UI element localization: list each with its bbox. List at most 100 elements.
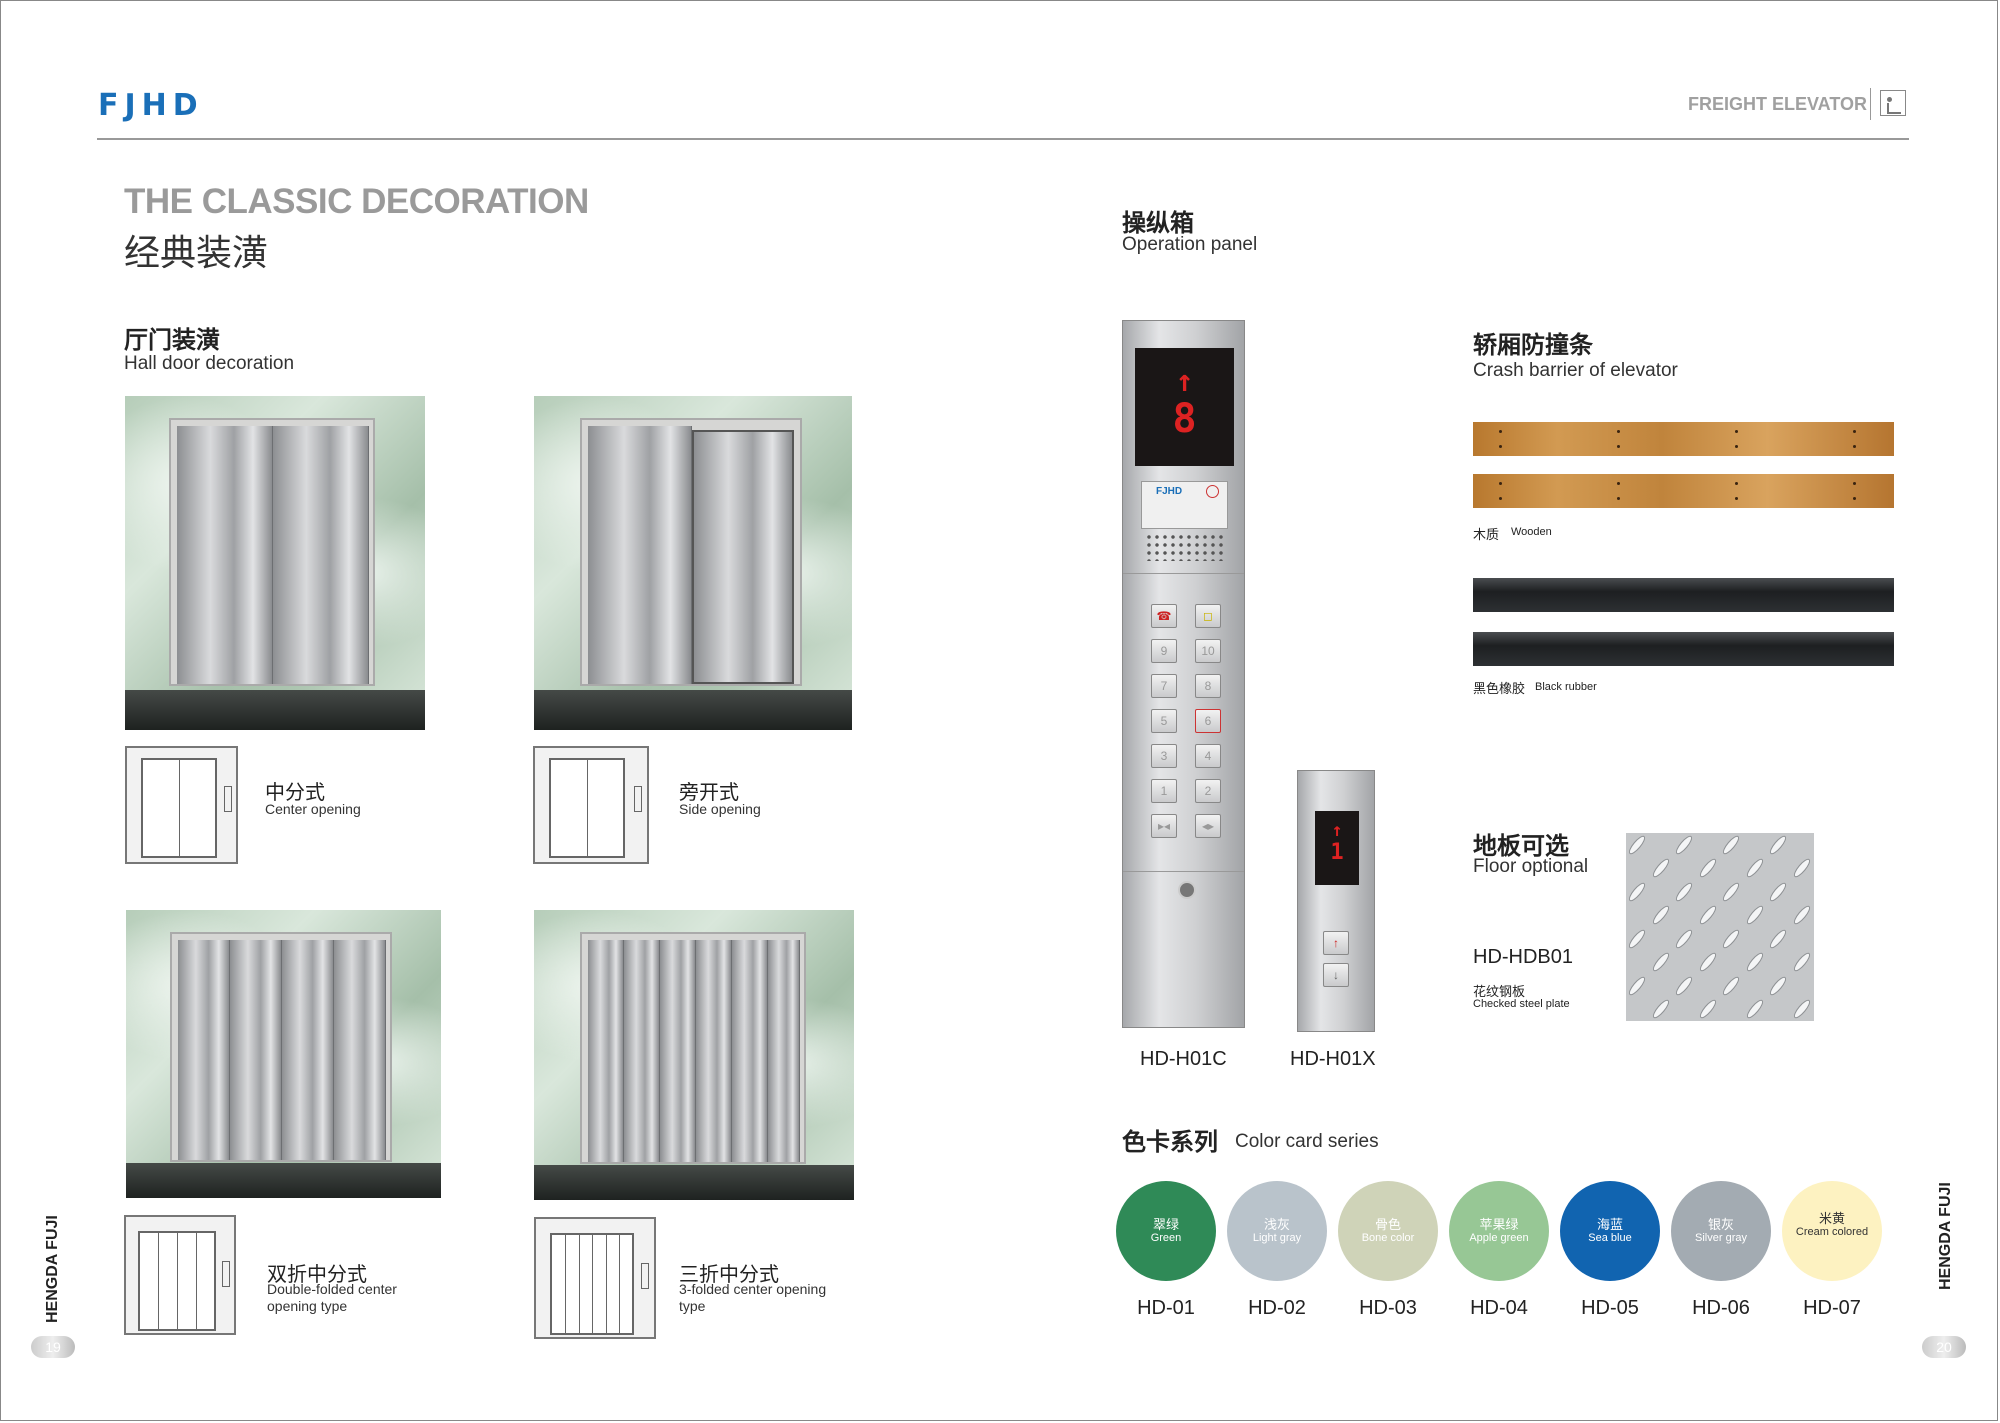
brand-logo: FJHD: [98, 88, 204, 123]
freight-elevator-icon: [1880, 90, 1906, 116]
color-code: HD-02: [1248, 1297, 1306, 1319]
floor-button-4[interactable]: 4: [1195, 744, 1221, 768]
checked-steel-plate-swatch: [1626, 833, 1814, 1021]
floor-button-6[interactable]: 6: [1195, 709, 1221, 733]
color-name-en: Apple green: [1469, 1232, 1529, 1244]
three-folded-sketch: [534, 1217, 656, 1339]
crash-barrier-heading-en: Crash barrier of elevator: [1473, 360, 1678, 381]
floor-button-7[interactable]: 7: [1151, 674, 1177, 698]
color-name-cn: 米黄: [1818, 1211, 1845, 1226]
color-swatch-hd-04: 苹果绿 Apple green: [1449, 1181, 1549, 1281]
hall-door-photo-three-folded: [534, 910, 854, 1200]
color-name-cn: 银灰: [1707, 1217, 1734, 1232]
hall-up-arrow-icon: ↑: [1331, 820, 1343, 841]
color-code: HD-01: [1137, 1297, 1195, 1319]
floor-number: 8: [1172, 396, 1197, 442]
side-brand-left: HENGDA FUJI: [44, 1215, 61, 1323]
wooden-strip-2: [1473, 474, 1894, 508]
hall-door-photo-side: [534, 396, 852, 730]
color-name-en: Sea blue: [1588, 1232, 1632, 1244]
color-name-en: Light gray: [1252, 1232, 1302, 1244]
color-swatch-hd-01: 翠绿 Green: [1116, 1181, 1216, 1281]
car-operating-panel: ↑ 8 FJHD ☎ ◻ 9 10 7 8 5 6 3 4 1 2 ▸◂ ◂▸: [1122, 320, 1245, 1028]
color-name-cn: 翠绿: [1152, 1217, 1179, 1232]
color-code: HD-04: [1470, 1297, 1528, 1319]
call-button[interactable]: ◻: [1195, 604, 1221, 628]
floor-heading-en: Floor optional: [1473, 856, 1589, 877]
color-swatch-hd-02: 浅灰 Light gray: [1227, 1181, 1327, 1281]
side-opening-label-en: Side opening: [679, 801, 761, 817]
hall-down-button[interactable]: ↓: [1323, 963, 1349, 987]
color-swatch-hd-06: 银灰 Silver gray: [1671, 1181, 1771, 1281]
color-name-cn: 骨色: [1374, 1217, 1401, 1232]
color-name-cn: 苹果绿: [1479, 1217, 1519, 1232]
hall-floor-number: 1: [1330, 840, 1344, 865]
capacity-plaque: FJHD: [1141, 481, 1228, 529]
floor-button-5[interactable]: 5: [1151, 709, 1177, 733]
color-code: HD-06: [1692, 1297, 1750, 1319]
floor-button-8[interactable]: 8: [1195, 674, 1221, 698]
operation-panel-heading-cn: 操纵箱: [1122, 210, 1194, 237]
three-folded-label-en: 3-folded center opening type: [679, 1281, 827, 1314]
alarm-button[interactable]: ☎: [1151, 604, 1177, 628]
double-folded-label-en: Double-folded center opening type: [267, 1281, 397, 1314]
category-label: FREIGHT ELEVATOR: [1688, 94, 1868, 114]
side-brand-right: HENGDA FUJI: [1937, 1182, 1954, 1290]
floor-button-2[interactable]: 2: [1195, 779, 1221, 803]
floor-material-en: Checked steel plate: [1473, 998, 1570, 1010]
hall-up-button[interactable]: ↑: [1323, 931, 1349, 955]
rubber-strip-1: [1473, 578, 1894, 612]
no-smoking-icon: [1206, 485, 1219, 498]
wooden-strip-1: [1473, 422, 1894, 456]
speaker-grille: [1145, 533, 1225, 561]
color-code: HD-03: [1359, 1297, 1417, 1319]
operation-panel-heading-en: Operation panel: [1122, 234, 1258, 255]
color-name-cn: 浅灰: [1263, 1217, 1290, 1232]
rubber-label-cn: 黑色橡胶: [1473, 681, 1526, 696]
color-swatch-hd-07: 米黄 Cream colored: [1782, 1181, 1882, 1281]
color-swatch-hd-03: 骨色 Bone color: [1338, 1181, 1438, 1281]
floor-button-9[interactable]: 9: [1151, 639, 1177, 663]
page-number-right: 20: [1922, 1336, 1966, 1358]
floor-button-1[interactable]: 1: [1151, 779, 1177, 803]
hall-door-photo-double-folded: [126, 910, 441, 1198]
hall-call-panel: ↑ 1 ↑ ↓: [1297, 770, 1375, 1032]
hall-door-photo-center: [125, 396, 425, 730]
color-card-heading-cn: 色卡系列: [1122, 1129, 1218, 1156]
center-opening-label-en: Center opening: [265, 801, 361, 817]
model-hd-h01x: HD-H01X: [1290, 1048, 1376, 1070]
floor-button-10[interactable]: 10: [1195, 639, 1221, 663]
color-code: HD-05: [1581, 1297, 1639, 1319]
up-arrow-icon: ↑: [1175, 364, 1194, 399]
double-folded-sketch: [124, 1215, 236, 1335]
rubber-label-en: Black rubber: [1535, 681, 1597, 693]
color-name-en: Cream colored: [1795, 1226, 1869, 1238]
color-name-en: Bone color: [1361, 1232, 1415, 1244]
center-opening-sketch: [125, 746, 238, 864]
color-name-cn: 海蓝: [1596, 1217, 1623, 1232]
rubber-strip-2: [1473, 632, 1894, 666]
page-title-en: THE CLASSIC DECORATION: [124, 182, 589, 221]
key-lock-icon[interactable]: [1178, 881, 1196, 899]
floor-model: HD-HDB01: [1473, 946, 1574, 968]
side-opening-sketch: [533, 746, 649, 864]
hall-floor-display: ↑ 1: [1315, 811, 1359, 885]
crash-barrier-heading-cn: 轿厢防撞条: [1473, 332, 1593, 359]
color-code: HD-07: [1803, 1297, 1861, 1319]
wooden-label-cn: 木质: [1473, 527, 1500, 542]
door-close-button[interactable]: ▸◂: [1151, 814, 1177, 838]
header-rule: [97, 138, 1909, 140]
floor-button-3[interactable]: 3: [1151, 744, 1177, 768]
color-name-en: Silver gray: [1695, 1232, 1747, 1244]
door-open-button[interactable]: ◂▸: [1195, 814, 1221, 838]
color-card-heading-en: Color card series: [1235, 1131, 1379, 1152]
hall-door-heading-en: Hall door decoration: [124, 353, 295, 374]
wooden-label-en: Wooden: [1511, 526, 1552, 538]
floor-display: ↑ 8: [1135, 348, 1234, 466]
page-title-cn: 经典装潢: [124, 232, 269, 273]
color-swatch-hd-05: 海蓝 Sea blue: [1560, 1181, 1660, 1281]
color-name-en: Green: [1150, 1232, 1182, 1244]
hall-door-heading-cn: 厅门装潢: [124, 327, 220, 354]
header-divider: [1870, 88, 1871, 120]
model-hd-h01c: HD-H01C: [1140, 1048, 1227, 1070]
